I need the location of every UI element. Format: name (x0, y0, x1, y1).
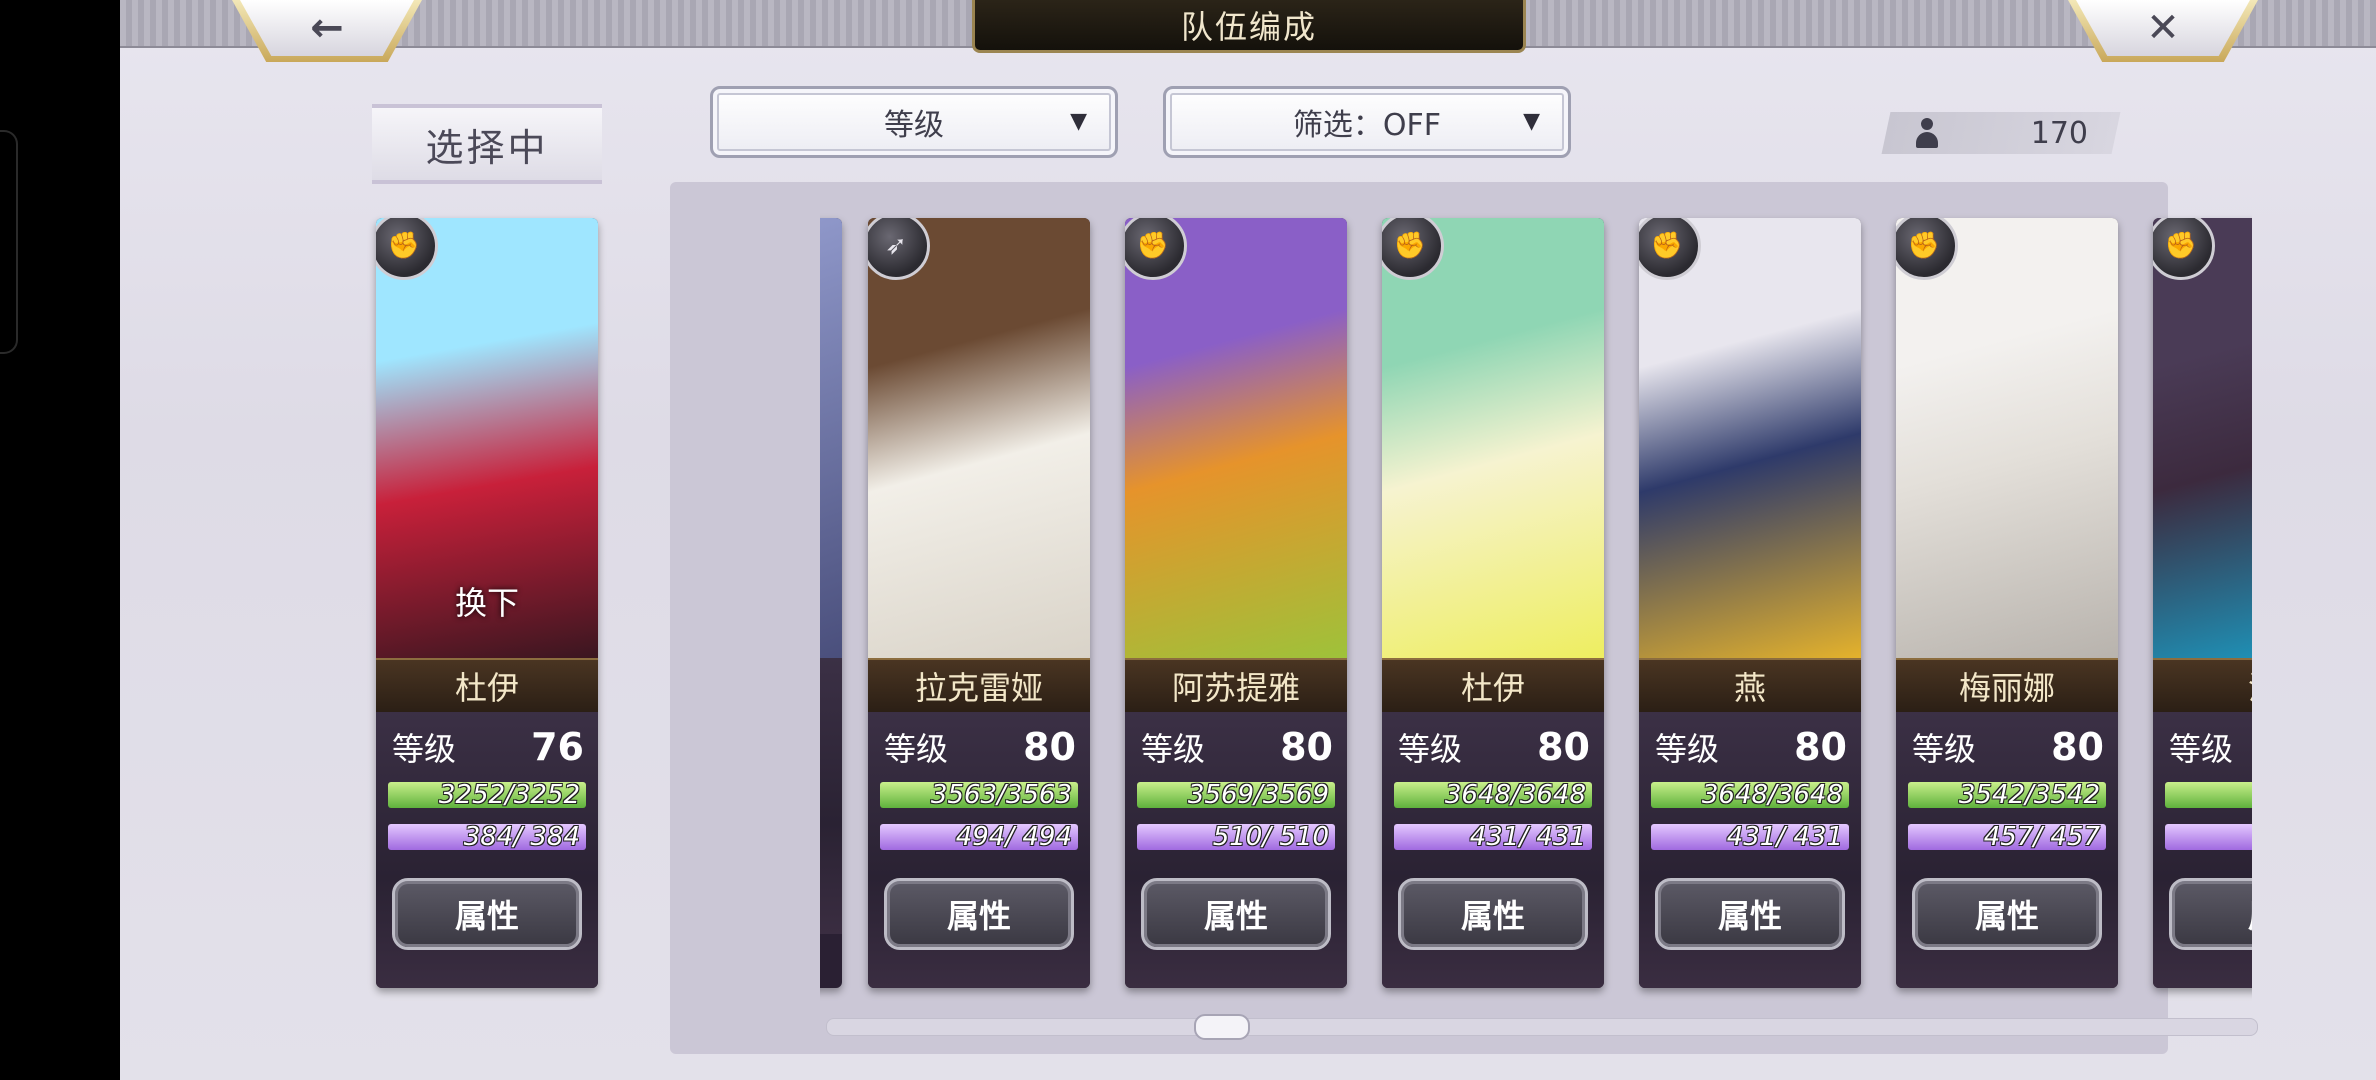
left-black-bar (0, 0, 120, 1080)
unit-count-badge: 170 (1881, 112, 2121, 154)
character-card[interactable]: ✊ 燕等级 80 3648/3648 431/ 431 属性 (1639, 218, 1861, 988)
level-label: 等级 (884, 730, 949, 768)
hp-bar: 3252/3252 (388, 782, 586, 808)
character-card-partial (820, 218, 842, 988)
level-value: 76 (531, 725, 584, 769)
sort-dropdown[interactable]: 等级 ▼ (710, 86, 1118, 158)
selecting-label: 选择中 (372, 104, 602, 184)
character-stats: 等级 80 3563/3563 494/ 494 属性 (868, 712, 1090, 988)
attributes-button[interactable]: 属性 (1141, 878, 1331, 950)
level-label: 等级 (1655, 730, 1720, 768)
person-icon (1914, 118, 1940, 148)
character-name: 杜伊 (1382, 658, 1604, 714)
mp-bar: 510/ 510 (1137, 824, 1335, 850)
chevron-down-icon: ▼ (1070, 109, 1087, 134)
character-stats: 等级 4448 397 属 (2153, 712, 2252, 988)
level-value: 80 (1023, 725, 1076, 769)
level-value: 80 (2051, 725, 2104, 769)
character-portrait (868, 218, 1090, 658)
character-card[interactable]: ✊ 梅丽娜 等级 80 3542/3542 457/ 457 属性 (1896, 218, 2118, 988)
sort-dropdown-label: 等级 (884, 108, 944, 143)
hp-bar: 3648/3648 (1394, 782, 1592, 808)
character-card[interactable]: ➶ 拉克雷娅 等级 80 3563/3563 494/ 494 属性 (868, 218, 1090, 988)
attributes-button[interactable]: 属性 (884, 878, 1074, 950)
attributes-button[interactable]: 属性 (392, 878, 582, 950)
hp-bar: 3569/3569 (1137, 782, 1335, 808)
level-label: 等级 (1141, 730, 1206, 768)
character-name: 拉克雷娅 (868, 658, 1090, 714)
level-value: 80 (1794, 725, 1847, 769)
page-title: 队伍编成 (972, 0, 1526, 53)
carousel-scrollbar[interactable] (826, 1018, 2258, 1036)
hp-bar: 3563/3563 (880, 782, 1078, 808)
level-value: 80 (1537, 725, 1590, 769)
attributes-button[interactable]: 属性 (1912, 878, 2102, 950)
filter-dropdown-label: 筛选：OFF (1292, 108, 1442, 143)
mp-bar: 384/ 384 (388, 824, 586, 850)
character-name: 阿苏提雅 (1125, 658, 1347, 714)
level-value: 80 (1280, 725, 1333, 769)
character-stats: 等级 80 3542/3542 457/ 457 属性 (1896, 712, 2118, 988)
level-label: 等级 (2169, 730, 2234, 768)
attributes-button[interactable]: 属性 (1655, 878, 1845, 950)
close-icon: ✕ (2146, 5, 2180, 51)
character-portrait (1382, 218, 1604, 658)
character-portrait (1896, 218, 2118, 658)
mp-bar: 431/ 431 (1651, 824, 1849, 850)
back-arrow-icon: ← (310, 5, 344, 51)
character-stats: 等级 80 3648/3648 431/ 431 属性 (1639, 712, 1861, 988)
level-label: 等级 (392, 730, 457, 768)
character-name: 梅丽娜 (1896, 658, 2118, 714)
level-label: 等级 (1912, 730, 1977, 768)
mp-bar: 457/ 457 (1908, 824, 2106, 850)
character-card[interactable]: ✊ 阿苏提雅 等级 80 3569/3569 510/ 510 属性 (1125, 218, 1347, 988)
attributes-button[interactable]: 属性 (1398, 878, 1588, 950)
character-portrait (1639, 218, 1861, 658)
character-card[interactable]: ✊洛等级4448397属 (2153, 218, 2252, 988)
unit-count: 170 (2030, 115, 2088, 151)
character-name: 燕 (1639, 658, 1861, 714)
attributes-button[interactable]: 属 (2169, 878, 2252, 950)
hp-bar: 3542/3542 (1908, 782, 2106, 808)
character-carousel[interactable]: ➶ 拉克雷娅 等级 80 3563/3563 494/ 494 属性 ✊ 阿苏提雅 等级 80 356… (820, 210, 2252, 1010)
hp-bar: 3648/3648 (1651, 782, 1849, 808)
close-button[interactable]: ✕ (2068, 0, 2258, 62)
character-portrait (1125, 218, 1347, 658)
back-button[interactable]: ← (232, 0, 422, 62)
mp-bar: 431/ 431 (1394, 824, 1592, 850)
selected-character-card[interactable]: ✊ 换下 杜伊 等级 76 3252/3252 384/ 384 属性 (376, 218, 598, 988)
character-stats: 等级 80 3569/3569 510/ 510 属性 (1125, 712, 1347, 988)
mp-bar: 397 (2165, 824, 2252, 850)
character-stats: 等级 76 3252/3252 384/ 384 属性 (376, 712, 598, 988)
character-name: 洛 (2153, 658, 2252, 714)
character-stats: 等级 80 3648/3648 431/ 431 属性 (1382, 712, 1604, 988)
scrollbar-thumb[interactable] (1194, 1014, 1250, 1040)
character-name: 杜伊 (376, 658, 598, 714)
character-card[interactable]: ✊ 杜伊 等级 80 3648/3648 431/ 431 属性 (1382, 218, 1604, 988)
screen-notch (0, 130, 18, 354)
chevron-down-icon: ▼ (1523, 109, 1540, 134)
mp-bar: 494/ 494 (880, 824, 1078, 850)
filter-dropdown[interactable]: 筛选：OFF ▼ (1163, 86, 1571, 158)
level-label: 等级 (1398, 730, 1463, 768)
character-portrait (2153, 218, 2252, 658)
hp-bar: 4448 (2165, 782, 2252, 808)
party-formation-screen: ← ✕ 队伍编成 选择中 等级 ▼ 筛选：OFF ▼ 170 ✊ 换下 杜伊 等… (120, 0, 2376, 1080)
swap-out-label[interactable]: 换下 (376, 578, 598, 624)
